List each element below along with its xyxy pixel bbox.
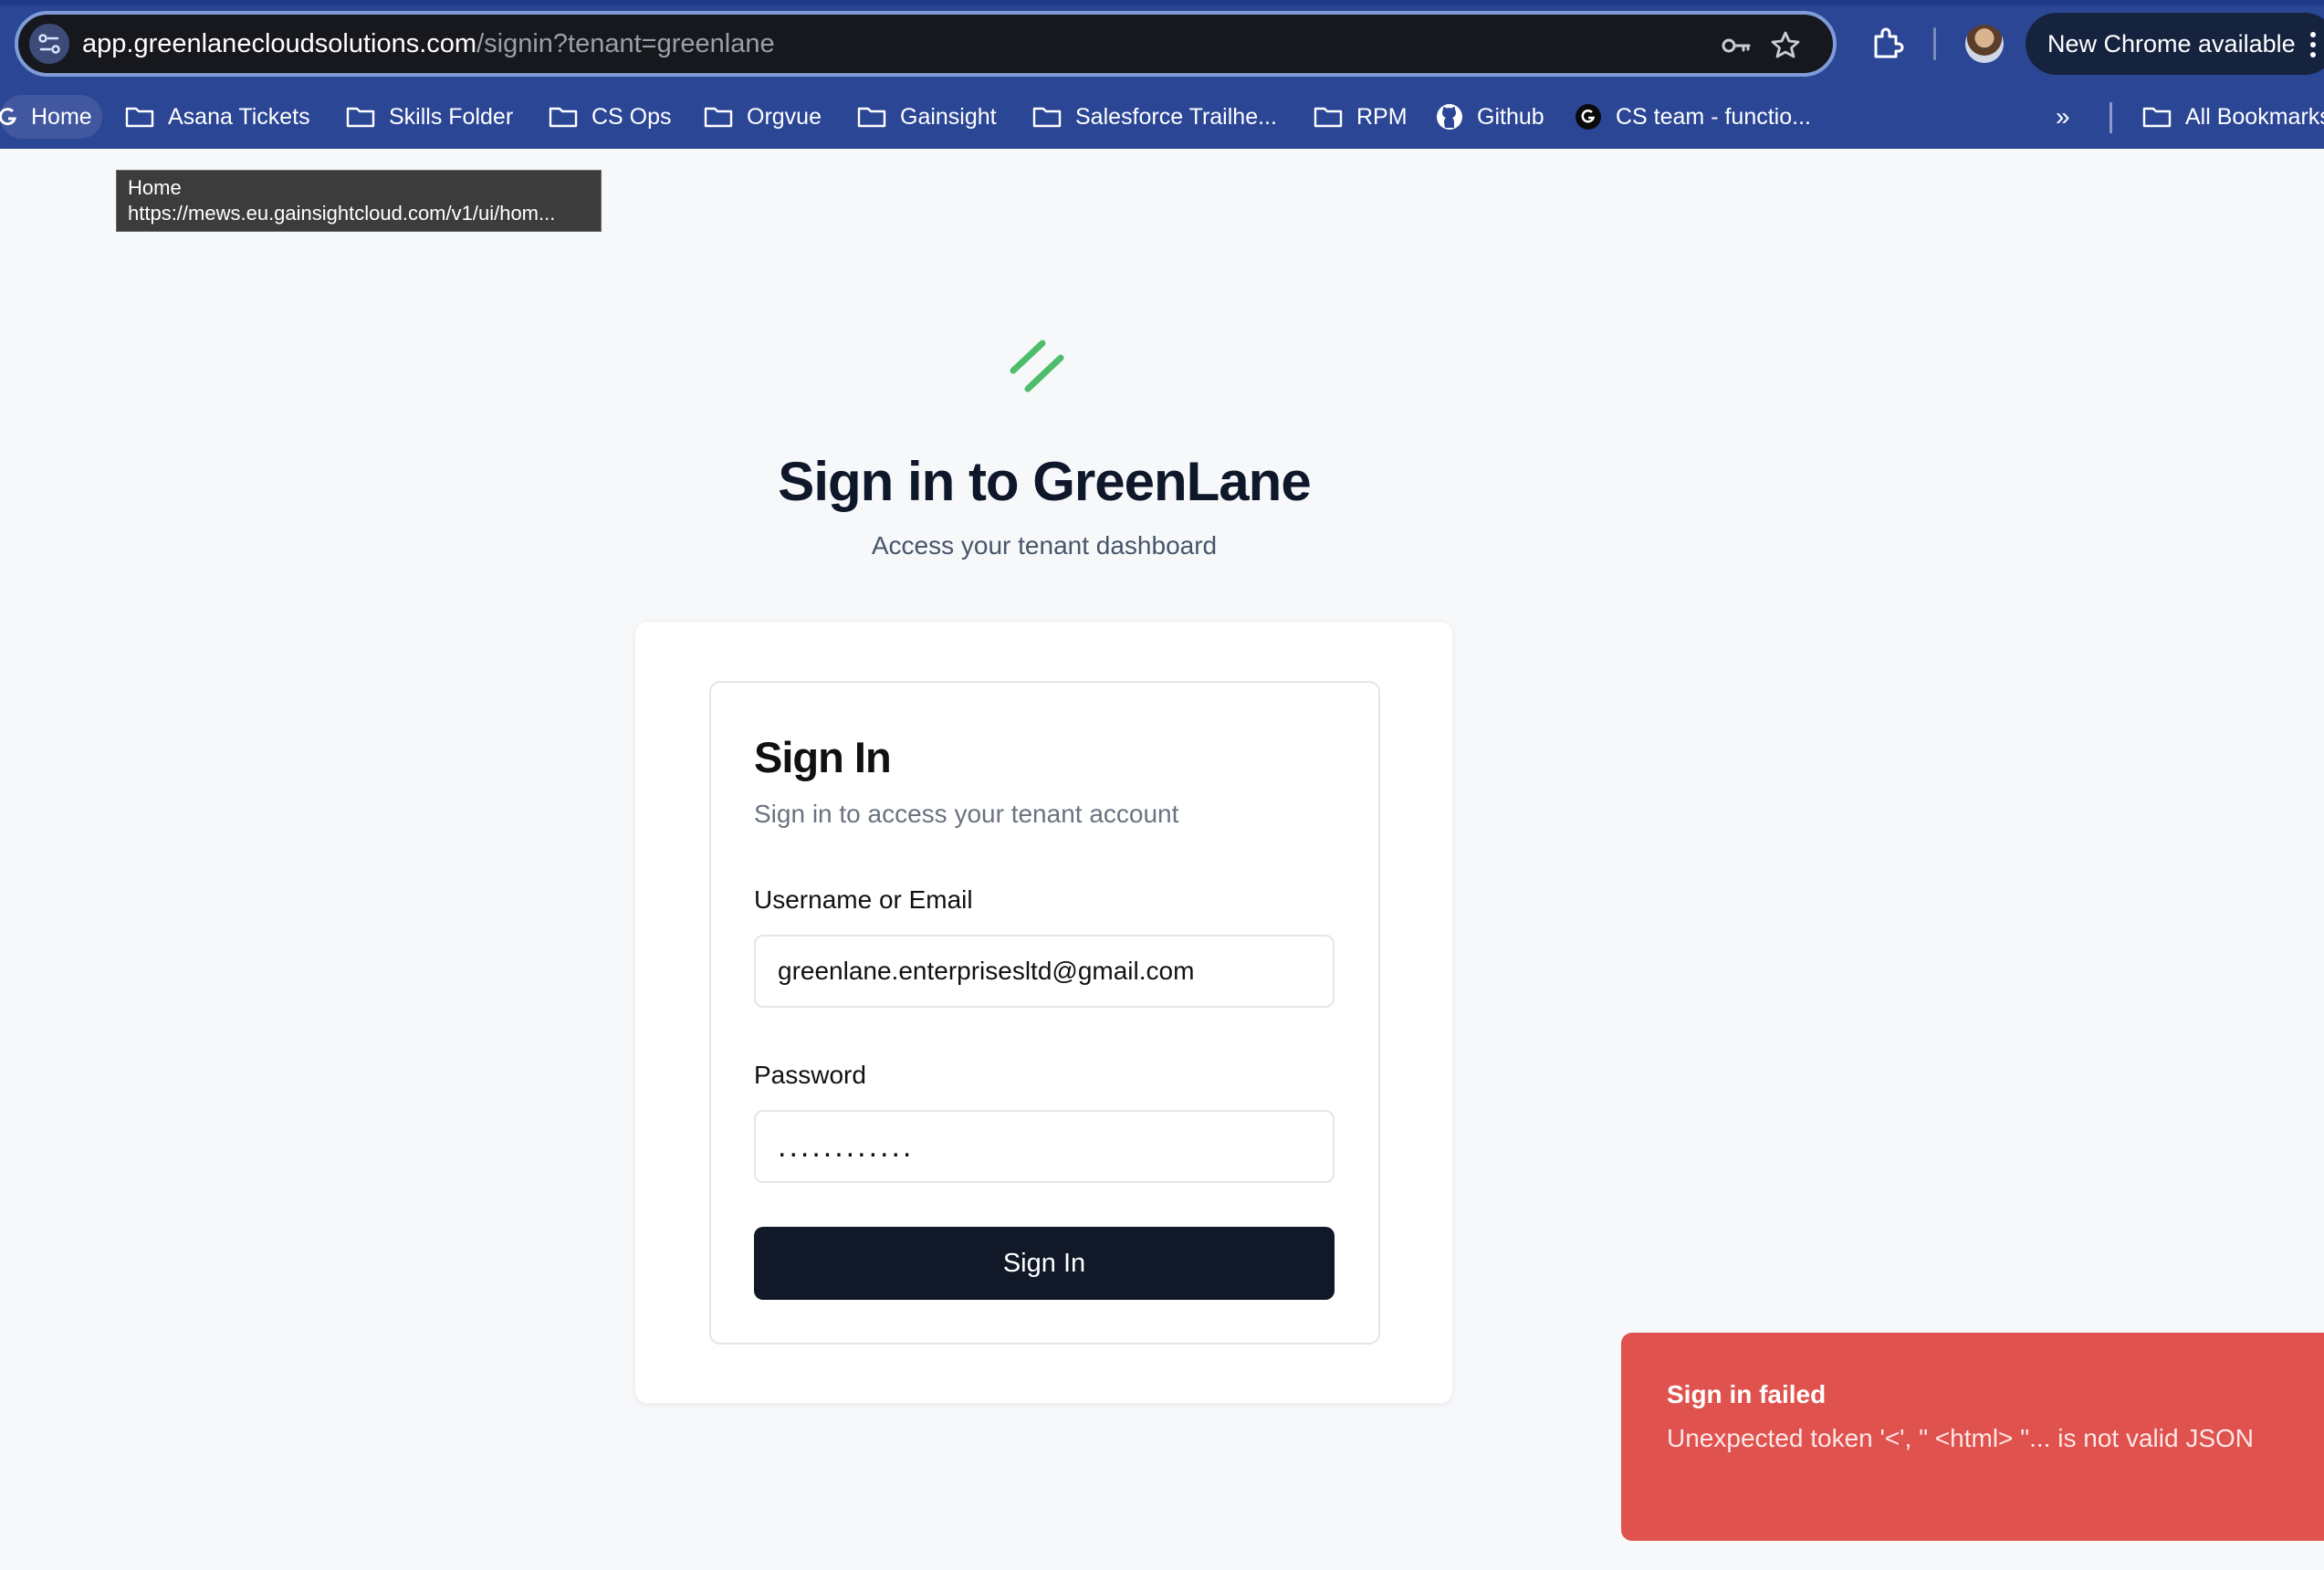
folder-icon: [125, 107, 154, 128]
bookmark-salesforce-trailhead[interactable]: Salesforce Trailhe...: [1031, 95, 1277, 139]
bookmark-cs-team[interactable]: CS team - functio...: [1574, 95, 1811, 139]
gainsight-icon: [1576, 104, 1601, 130]
chrome-menu-icon[interactable]: [2309, 31, 2317, 58]
bookmark-label: Orgvue: [747, 103, 822, 130]
extensions-icon[interactable]: [1868, 24, 1906, 67]
tooltip-url: https://mews.eu.gainsightcloud.com/v1/ui…: [128, 202, 556, 225]
bookmark-home[interactable]: Home: [0, 95, 102, 139]
page-title: Sign in to GreenLane: [778, 451, 1311, 512]
bookmark-orgvue[interactable]: Orgvue: [703, 95, 822, 139]
signin-card-title: Sign In: [754, 733, 892, 781]
password-label: Password: [754, 1061, 866, 1089]
address-bar[interactable]: app.greenlanecloudsolutions.com/signin?t…: [15, 11, 1837, 77]
bookmark-label: Asana Tickets: [168, 103, 310, 130]
bookmark-gainsight[interactable]: Gainsight: [856, 95, 997, 139]
folder-icon: [1032, 107, 1062, 128]
bookmark-asana-tickets[interactable]: Asana Tickets: [124, 95, 310, 139]
error-toast[interactable]: Sign in failed Unexpected token '<', " <…: [1621, 1333, 2324, 1541]
folder-icon: [857, 107, 886, 128]
site-info-icon[interactable]: [29, 24, 69, 64]
folder-icon: [2142, 107, 2172, 128]
bookmarks-separator: [2109, 102, 2112, 133]
tab-strip-edge: [0, 0, 2324, 5]
toast-title: Sign in failed: [1667, 1380, 1827, 1408]
bookmark-tooltip: Home https://mews.eu.gainsightcloud.com/…: [116, 170, 602, 232]
toolbar-separator: [1933, 27, 1936, 60]
more-bookmarks-button[interactable]: »: [2056, 95, 2070, 139]
username-label: Username or Email: [754, 885, 973, 914]
url-path: /signin?tenant=greenlane: [476, 29, 775, 58]
signin-card-subtitle: Sign in to access your tenant account: [754, 800, 1179, 828]
folder-icon: [1314, 107, 1343, 128]
github-icon: [1437, 104, 1462, 130]
bookmark-label: Salesforce Trailhe...: [1075, 103, 1277, 130]
profile-avatar[interactable]: [1965, 25, 2004, 63]
bookmark-label: All Bookmarks: [2185, 103, 2324, 130]
greenlane-logo-icon: [1006, 338, 1068, 394]
bookmark-label: Skills Folder: [389, 103, 514, 130]
folder-icon: [346, 107, 375, 128]
sign-in-button[interactable]: Sign In: [754, 1227, 1335, 1300]
gainsight-icon: [0, 108, 17, 126]
bookmark-label: Home: [31, 103, 92, 130]
bookmark-star-icon[interactable]: [1767, 27, 1804, 64]
bookmarks-bar: Home Asana Tickets Skills Folder CS Ops …: [0, 91, 2324, 142]
new-chrome-available-button[interactable]: New Chrome available: [2026, 13, 2324, 75]
bookmark-label: Gainsight: [900, 103, 997, 130]
bookmark-cs-ops[interactable]: CS Ops: [548, 95, 672, 139]
bookmark-label: CS team - functio...: [1616, 103, 1811, 130]
password-key-icon[interactable]: [1718, 27, 1754, 64]
url-host: app.greenlanecloudsolutions.com: [82, 29, 477, 58]
toast-message: Unexpected token '<', " <html> "... is n…: [1667, 1424, 2254, 1452]
page-subtitle: Access your tenant dashboard: [871, 531, 1218, 560]
folder-icon: [704, 107, 733, 128]
password-input[interactable]: [754, 1110, 1335, 1183]
bookmark-rpm[interactable]: RPM: [1313, 95, 1408, 139]
bookmark-label: CS Ops: [591, 103, 672, 130]
all-bookmarks-button[interactable]: All Bookmarks: [2141, 95, 2324, 139]
username-input[interactable]: [754, 935, 1335, 1008]
folder-icon: [549, 107, 578, 128]
bookmark-label: RPM: [1356, 103, 1408, 130]
browser-chrome: app.greenlanecloudsolutions.com/signin?t…: [0, 0, 2324, 149]
url-text[interactable]: app.greenlanecloudsolutions.com/signin?t…: [82, 27, 775, 60]
tooltip-title: Home: [128, 176, 182, 199]
bookmark-label: Github: [1477, 103, 1544, 130]
bookmark-github[interactable]: Github: [1435, 95, 1544, 139]
bookmark-skills-folder[interactable]: Skills Folder: [345, 95, 513, 139]
